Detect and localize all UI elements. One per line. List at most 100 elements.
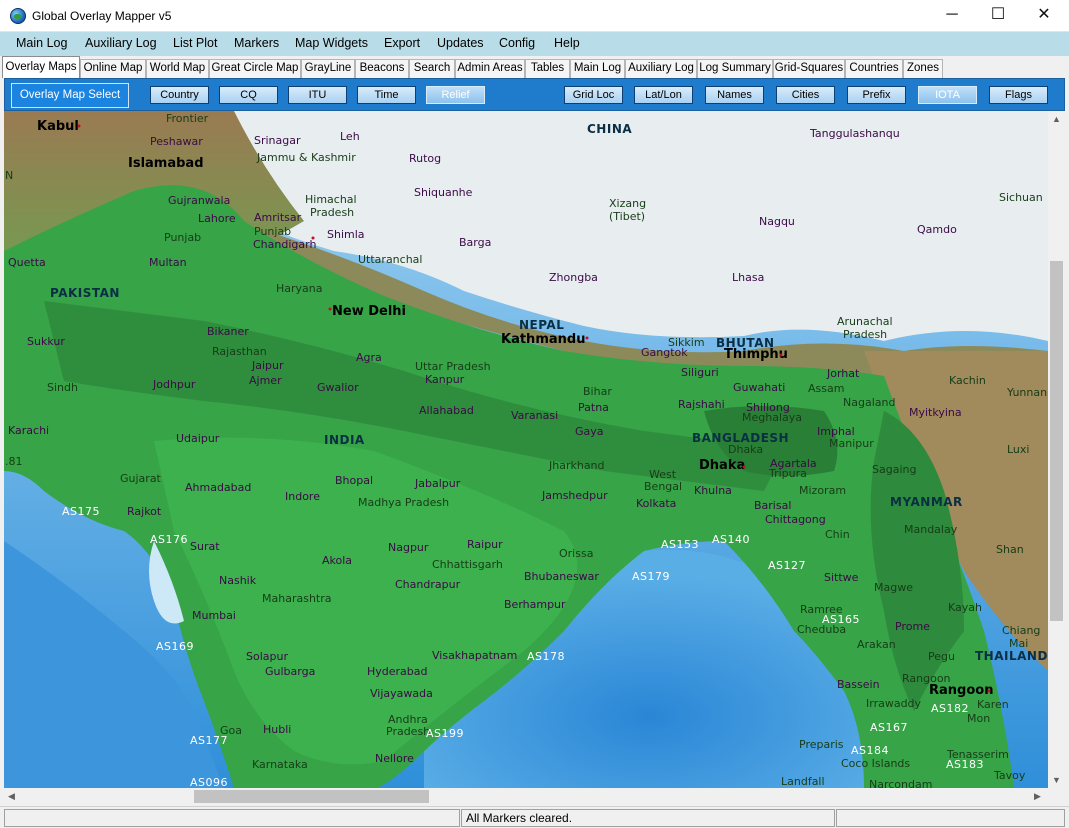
label-islamabad: Islamabad [128,156,204,171]
label-rangoon: Rangoon [929,683,993,698]
tab-countries[interactable]: Countries [845,59,903,78]
tab-overlay-maps[interactable]: Overlay Maps [2,56,80,78]
city-sittwe: Sittwe [824,571,859,584]
iota-as199: AS199 [426,727,464,740]
region-chin: Chin [825,528,850,541]
city-bikaner: Bikaner [207,325,249,338]
city-chittagong: Chittagong [765,513,826,526]
iota-as153: AS153 [661,538,699,551]
tab-beacons[interactable]: Beacons [355,59,409,78]
tab-great-circle-map[interactable]: Great Circle Map [209,59,301,78]
menu-main-log[interactable]: Main Log [16,36,67,50]
region-sagaing: Sagaing [872,463,916,476]
vertical-scroll-thumb[interactable] [1050,261,1063,621]
menu-auxiliary-log[interactable]: Auxiliary Log [85,36,157,50]
relief-toggle[interactable]: Relief [426,86,485,104]
tab-grayline[interactable]: GrayLine [301,59,355,78]
region-andhra-pradesh: Pradesh [386,725,430,738]
tab-admin-areas[interactable]: Admin Areas [455,59,525,78]
menu-config[interactable]: Config [499,36,535,50]
region-arakan: Arakan [857,638,896,651]
city-guwahati: Guwahati [733,381,785,394]
tab-zones[interactable]: Zones [903,59,943,78]
region-tavoy: Tavoy [993,769,1026,782]
region-karnataka: Karnataka [252,758,308,771]
flags-toggle[interactable]: Flags [989,86,1048,104]
names-toggle[interactable]: Names [705,86,764,104]
region-orissa: Orissa [559,547,593,560]
tab-world-map[interactable]: World Map [146,59,209,78]
region-madhya-pradesh: Madhya Pradesh [358,496,449,509]
grid-loc-toggle[interactable]: Grid Loc [564,86,623,104]
scroll-left-icon[interactable]: ◀ [8,791,15,802]
label-myanmar: MYANMAR [890,495,963,509]
region-kachin: Kachin [949,374,986,387]
status-pane-right [836,809,1065,827]
cq-toggle[interactable]: CQ [219,86,278,104]
overlay-map-select-button[interactable]: Overlay Map Select [11,83,129,108]
scroll-right-icon[interactable]: ▶ [1034,791,1041,802]
city-gwalior: Gwalior [317,381,359,394]
relief-map[interactable]: CHINA PAKISTAN INDIA NEPAL BHUTAN BANGLA… [4,111,1048,788]
label-india: INDIA [324,433,365,447]
tab-auxiliary-log[interactable]: Auxiliary Log [625,59,697,78]
label-thailand: THAILAND [975,649,1048,663]
iota-as096: AS096 [190,776,228,788]
city-peshawar: Peshawar [150,135,203,148]
menu-list-plot[interactable]: List Plot [173,36,217,50]
city-karachi: Karachi [8,424,49,437]
city-nagpur: Nagpur [388,541,429,554]
region-uttaranchal: Uttaranchal [358,253,422,266]
region-sichuan: Sichuan [999,191,1043,204]
city-myitkyina: Myitkyina [909,406,962,419]
horizontal-scrollbar[interactable]: ◀ ▶ [4,788,1048,805]
itu-toggle[interactable]: ITU [288,86,347,104]
city-jodhpur: Jodhpur [152,378,196,391]
city-berhampur: Berhampur [504,598,566,611]
region-coco-islands: Coco Islands [841,757,910,770]
city-jorhat: Jorhat [826,367,860,380]
menu-export[interactable]: Export [384,36,420,50]
cities-toggle[interactable]: Cities [776,86,835,104]
tab-tables[interactable]: Tables [525,59,570,78]
tab-search[interactable]: Search [409,59,455,78]
scroll-down-icon[interactable]: ▼ [1052,775,1061,785]
scroll-up-icon[interactable]: ▲ [1052,114,1061,124]
city-srinagar: Srinagar [254,134,301,147]
region-bengal: Bengal [644,480,682,493]
country-toggle[interactable]: Country [150,86,209,104]
region-gujarat: Gujarat [120,472,162,485]
horizontal-scroll-thumb[interactable] [194,790,429,803]
prefix-toggle[interactable]: Prefix [847,86,906,104]
lat-lon-toggle[interactable]: Lat/Lon [634,86,693,104]
close-button[interactable]: ✕ [1021,0,1067,31]
maximize-button[interactable]: ☐ [975,0,1021,31]
tab-online-map[interactable]: Online Map [80,59,146,78]
vertical-scrollbar[interactable]: ▲ ▼ [1048,111,1065,788]
iota-as184: AS184 [851,744,889,757]
city-chandigarh: Chandigarh [253,238,316,251]
menu-map-widgets[interactable]: Map Widgets [295,36,368,50]
menu-updates[interactable]: Updates [437,36,484,50]
tab-log-summary[interactable]: Log Summary [697,59,773,78]
menu-help[interactable]: Help [554,36,580,50]
time-toggle[interactable]: Time [357,86,416,104]
city-lhasa: Lhasa [732,271,764,284]
region-assam: Assam [808,382,844,395]
menu-markers[interactable]: Markers [234,36,279,50]
minimize-button[interactable]: ─ [929,0,975,31]
menu-bar: Main Log Auxiliary Log List Plot Markers… [0,32,1069,56]
city-imphal: Imphal [817,425,855,438]
city-quetta: Quetta [8,256,46,269]
iota-toggle[interactable]: IOTA [918,86,977,104]
region-yunnan: Yunnan [1006,386,1047,399]
region-chhattisgarh: Chhattisgarh [432,558,503,571]
tab-main-log[interactable]: Main Log [570,59,625,78]
region-nagaland: Nagaland [843,396,895,409]
city-bassein: Bassein [837,678,880,691]
status-message: All Markers cleared. [461,809,835,827]
city-ahmadabad: Ahmadabad [185,481,251,494]
city-solapur: Solapur [246,650,288,663]
tab-grid-squares[interactable]: Grid-Squares [773,59,845,78]
region-jammu-kashmir: Jammu & Kashmir [256,151,356,164]
